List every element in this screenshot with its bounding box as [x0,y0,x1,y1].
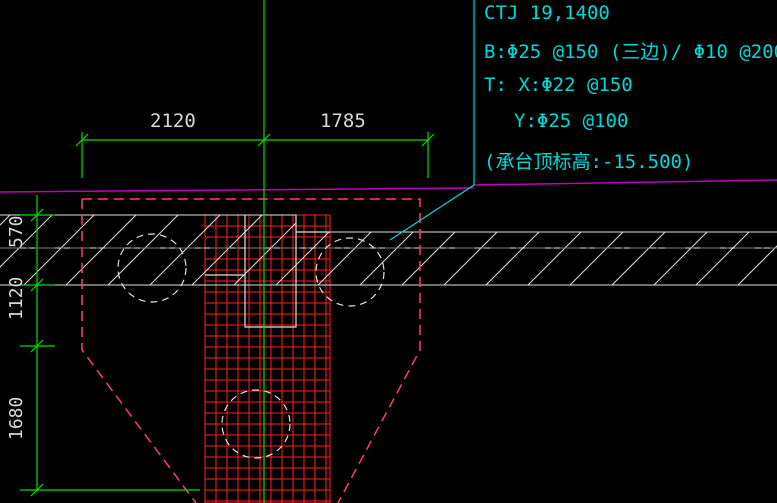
annotation-line-5: (承台顶标高:-15.500) [484,151,694,173]
leader-line [389,0,475,241]
dimension-top-left: 2120 [150,110,196,132]
cad-drawing-canvas[interactable]: CTJ 19,1400 B:Φ25 @150 (三边)/ Φ10 @200 T:… [0,0,777,503]
pile-rebar-grid [204,214,331,503]
drawing-graphics [0,0,777,503]
dimension-left-mid: 1120 [6,276,27,320]
annotation-line-3: T: X:Φ22 @150 [484,74,633,96]
slab-outline [0,214,777,286]
annotation-line-2: B:Φ25 @150 (三边)/ Φ10 @200 [484,41,777,63]
dimension-left-top: 570 [6,215,27,248]
slab-band [0,215,777,285]
annotation-line-4: Y:Φ25 @100 [514,110,629,132]
column-box [205,215,330,328]
boundary-line [0,187,475,193]
dimension-left-bottom: 1680 [6,396,27,440]
boundary-line-right [473,179,777,186]
dimension-top-right: 1785 [320,110,366,132]
annotation-line-1: CTJ 19,1400 [484,2,610,24]
